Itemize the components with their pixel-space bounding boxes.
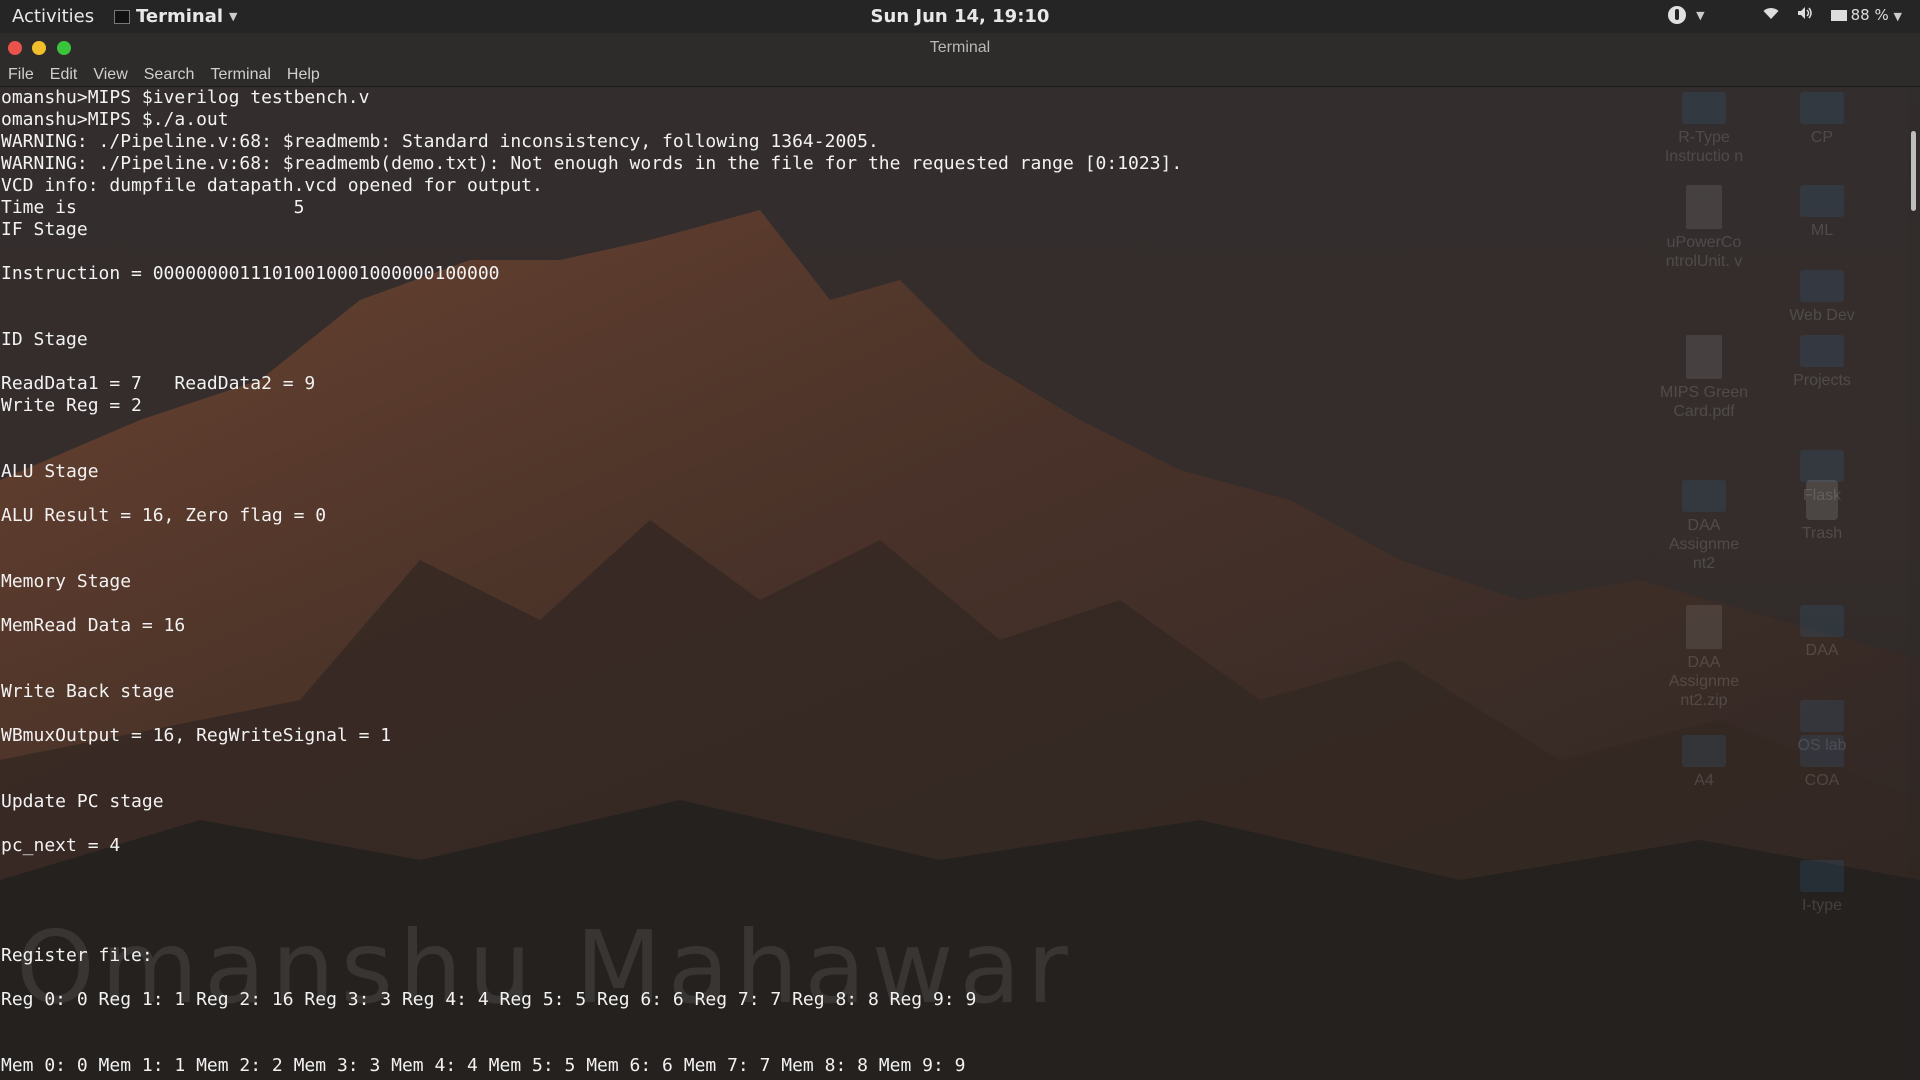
scrollbar-thumb[interactable] — [1911, 131, 1916, 211]
menu-file[interactable]: File — [8, 66, 34, 84]
window-titlebar[interactable]: Terminal — [0, 33, 1920, 63]
app-menu-label: Terminal — [136, 6, 224, 27]
terminal-line: Mem 0: 0 Mem 1: 1 Mem 2: 2 Mem 3: 3 Mem … — [1, 1055, 966, 1076]
terminal-line: ReadData1 = 7 ReadData2 = 9 — [1, 373, 316, 394]
menu-edit[interactable]: Edit — [50, 66, 78, 84]
terminal-line: WARNING: ./Pipeline.v:68: $readmemb: Sta… — [1, 131, 879, 152]
chevron-down-icon: ▼ — [229, 10, 238, 23]
window-title: Terminal — [929, 39, 991, 56]
terminal-line: Register file: — [1, 945, 153, 966]
menu-terminal[interactable]: Terminal — [210, 66, 270, 84]
battery-label: 88 % — [1850, 6, 1889, 24]
top-panel: Activities Terminal ▼ Sun Jun 14, 19:10 … — [0, 0, 1920, 33]
terminal-line: omanshu>MIPS $./a.out — [1, 109, 229, 130]
chevron-down-icon: ▼ — [1696, 8, 1705, 22]
terminal-line: WARNING: ./Pipeline.v:68: $readmemb(demo… — [1, 153, 1183, 174]
watermark-text: Omanshu Mahawar — [16, 909, 1074, 1026]
activities-button[interactable]: Activities — [12, 6, 94, 27]
terminal-line: MemRead Data = 16 — [1, 615, 186, 636]
terminal-line: omanshu>MIPS $iverilog testbench.v — [1, 87, 370, 108]
terminal-line: Time is 5 — [1, 197, 305, 218]
terminal-line: pc_next = 4 — [1, 835, 121, 856]
battery-indicator: 88 % ▼ — [1830, 6, 1902, 24]
terminal-line: Instruction = 00000000111010010001000000… — [1, 263, 500, 284]
clock[interactable]: Sun Jun 14, 19:10 — [0, 6, 1920, 27]
menu-search[interactable]: Search — [144, 66, 195, 84]
volume-icon — [1797, 6, 1813, 24]
terminal-line: WBmuxOutput = 16, RegWriteSignal = 1 — [1, 725, 392, 746]
terminal-line: ALU Stage — [1, 461, 99, 482]
accessibility-menu[interactable]: ▼ — [1668, 6, 1705, 24]
terminal-icon — [114, 9, 130, 24]
terminal-line: ALU Result = 16, Zero flag = 0 — [1, 505, 327, 526]
app-menu[interactable]: Terminal ▼ — [114, 6, 238, 27]
wifi-icon — [1763, 6, 1779, 24]
terminal-line: ID Stage — [1, 329, 88, 350]
terminal-line: Update PC stage — [1, 791, 164, 812]
terminal-line: Write Reg = 2 — [1, 395, 142, 416]
terminal-output[interactable]: Omanshu Mahawar omanshu>MIPS $iverilog t… — [0, 87, 1908, 1080]
menu-help[interactable]: Help — [287, 66, 320, 84]
terminal-line: IF Stage — [1, 219, 88, 240]
system-tray[interactable]: ▼ 88 % ▼ — [1668, 6, 1902, 24]
terminal-line: Reg 0: 0 Reg 1: 1 Reg 2: 16 Reg 3: 3 Reg… — [1, 989, 977, 1010]
terminal-line: VCD info: dumpfile datapath.vcd opened f… — [1, 175, 543, 196]
terminal-line: Write Back stage — [1, 681, 175, 702]
battery-icon — [1830, 10, 1847, 21]
chevron-down-icon: ▼ — [1893, 10, 1902, 23]
menu-bar: File Edit View Search Terminal Help — [0, 63, 1920, 87]
accessibility-icon — [1668, 6, 1687, 24]
scrollbar[interactable] — [1908, 87, 1920, 1080]
terminal-line: Memory Stage — [1, 571, 132, 592]
menu-view[interactable]: View — [93, 66, 127, 84]
